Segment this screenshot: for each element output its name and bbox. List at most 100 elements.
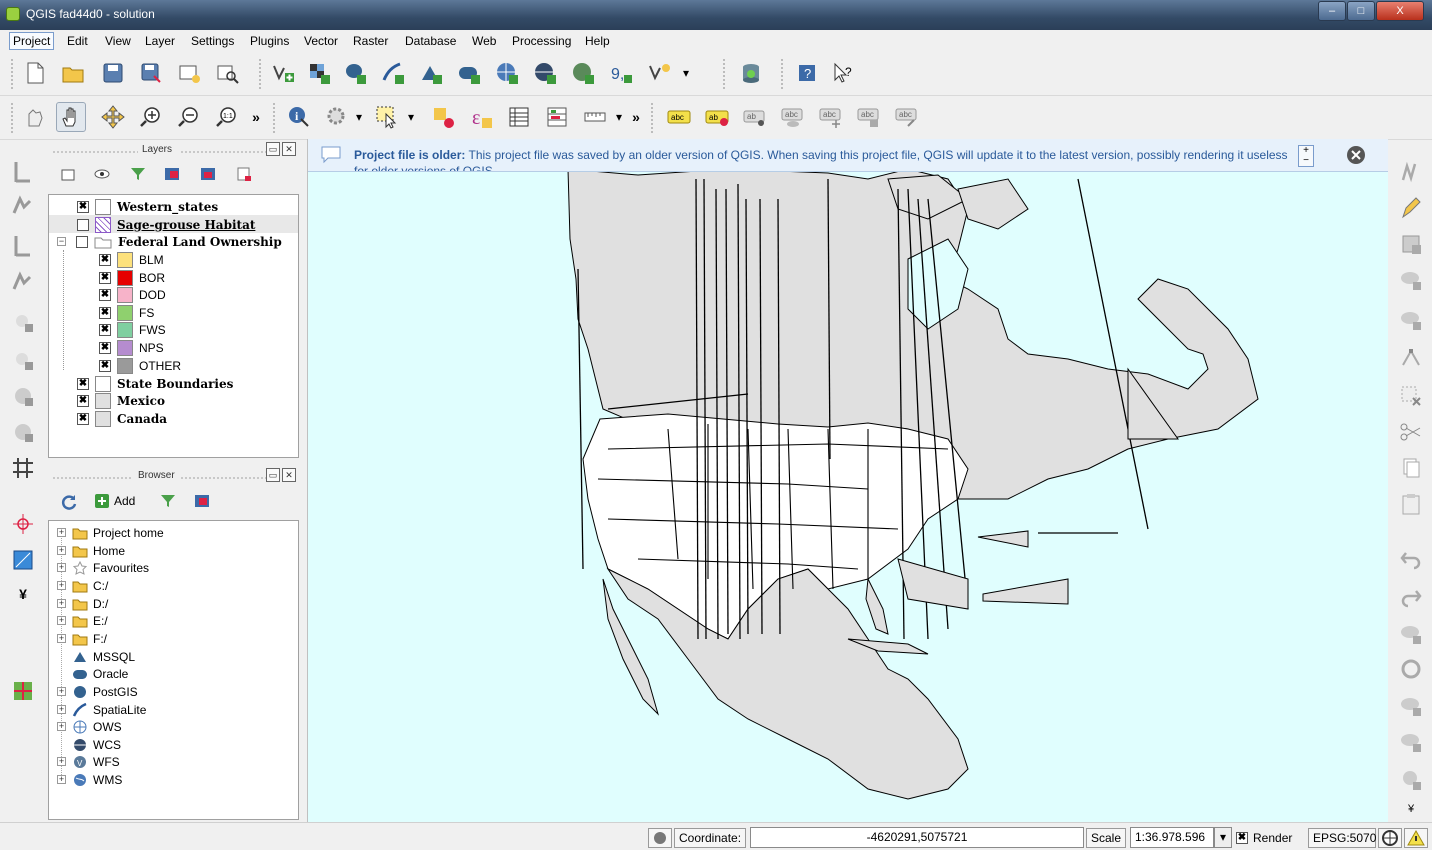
menu-web[interactable]: Web <box>469 33 499 49</box>
statistical-summary-icon[interactable] <box>542 102 572 132</box>
expand-icon[interactable]: + <box>57 705 66 714</box>
layer-group-federal-land-ownership[interactable]: − Federal Land Ownership <box>57 233 282 250</box>
help-contents-icon[interactable]: ? <box>792 58 822 88</box>
browser-item-e-drive[interactable]: + E:/ <box>57 612 108 629</box>
zoom-in-icon[interactable] <box>136 102 166 132</box>
add-group-icon[interactable] <box>60 166 76 182</box>
pin-unpin-labels-icon[interactable]: ab <box>740 102 770 132</box>
delete-ring-icon[interactable] <box>1396 727 1426 757</box>
expand-icon[interactable]: + <box>57 599 66 608</box>
class-bor[interactable]: ✖ BOR <box>99 269 165 286</box>
menu-raster[interactable]: Raster <box>350 33 391 49</box>
add-vector-layer-icon[interactable] <box>268 58 298 88</box>
add-feature-icon[interactable] <box>1396 265 1426 295</box>
scale-combobox[interactable]: 1:36.978.596 <box>1130 827 1214 848</box>
toggle-editing-icon[interactable] <box>1396 157 1426 187</box>
toolbar-overflow-icon[interactable]: » <box>246 102 266 132</box>
layer-state-boundaries[interactable]: ✖ State Boundaries <box>77 375 233 392</box>
toolbar-grip[interactable] <box>10 102 14 134</box>
toolbar-overflow-icon[interactable]: » <box>626 102 646 132</box>
touch-zoom-icon[interactable] <box>20 102 50 132</box>
rotate-point-symbols-icon[interactable] <box>8 381 38 411</box>
pan-map-hand-icon[interactable] <box>56 102 86 132</box>
expand-all-icon[interactable] <box>164 166 180 182</box>
browser-item-d-drive[interactable]: + D:/ <box>57 595 108 612</box>
add-wfs-layer-icon[interactable] <box>568 58 598 88</box>
browser-item-ows[interactable]: + OWS <box>57 718 122 735</box>
rotate-label-icon[interactable]: abc <box>854 102 884 132</box>
browser-item-oracle[interactable]: Oracle <box>57 665 128 682</box>
render-checkbox[interactable]: ✖ <box>1236 831 1248 844</box>
menu-vector[interactable]: Vector <box>301 33 341 49</box>
toolbar-grip[interactable] <box>258 58 262 90</box>
add-mssql-layer-icon[interactable] <box>416 58 446 88</box>
expand-icon[interactable]: + <box>57 528 66 537</box>
map-canvas[interactable]: Project file is older: This project file… <box>307 139 1388 822</box>
float-panel-icon[interactable]: ▭ <box>266 468 280 482</box>
heatmap-plugin-icon[interactable] <box>8 676 38 706</box>
expand-icon[interactable]: + <box>57 563 66 572</box>
collapse-all-icon[interactable] <box>200 166 216 182</box>
new-print-composer-icon[interactable] <box>174 58 204 88</box>
add-selected-layers-button[interactable]: Add <box>94 493 135 509</box>
browser-item-postgis[interactable]: + PostGIS <box>57 683 138 700</box>
layer-western-states[interactable]: ✖ Western_states <box>77 198 218 215</box>
class-visibility-checkbox[interactable]: ✖ <box>99 253 111 266</box>
browser-item-favourites[interactable]: + Favourites <box>57 559 149 576</box>
messages-icon[interactable] <box>648 828 672 848</box>
action-dropdown-arrow-icon[interactable]: ▾ <box>352 102 366 132</box>
change-label-icon[interactable]: abc <box>892 102 922 132</box>
collapse-group-icon[interactable]: − <box>57 237 66 246</box>
zoom-actual-size-icon[interactable]: 1:1 <box>212 102 242 132</box>
left-toolbar-more-icon[interactable]: ¥ <box>8 579 38 609</box>
browser-item-spatialite[interactable]: + SpatiaLite <box>57 701 146 718</box>
scale-dropdown-icon[interactable]: ▾ <box>1214 827 1232 848</box>
class-visibility-checkbox[interactable]: ✖ <box>99 341 111 354</box>
db-manager-icon[interactable] <box>736 58 766 88</box>
pan-to-selection-icon[interactable] <box>98 102 128 132</box>
menu-processing[interactable]: Processing <box>509 33 574 49</box>
expand-icon[interactable]: + <box>57 546 66 555</box>
float-panel-icon[interactable]: ▭ <box>266 142 280 156</box>
toolbar-grip[interactable] <box>780 58 784 90</box>
render-toggle[interactable]: ✖ Render <box>1236 827 1292 848</box>
add-oracle-layer-icon[interactable] <box>454 58 484 88</box>
crs-button[interactable]: EPSG:5070 <box>1308 828 1376 848</box>
toolbar-grip[interactable] <box>272 102 276 134</box>
class-blm[interactable]: ✖ BLM <box>99 251 164 268</box>
measure-line-icon[interactable] <box>580 102 610 132</box>
toolbar-grip[interactable] <box>650 102 654 134</box>
node-tool-icon[interactable] <box>1396 343 1426 373</box>
class-nps[interactable]: ✖ NPS <box>99 339 164 356</box>
add-raster-layer-icon[interactable] <box>304 58 334 88</box>
attribute-table-icon[interactable] <box>504 102 534 132</box>
class-visibility-checkbox[interactable]: ✖ <box>99 306 111 319</box>
browser-item-wcs[interactable]: WCS <box>57 736 121 753</box>
browser-item-home[interactable]: + Home <box>57 542 125 559</box>
whats-this-icon[interactable]: ? <box>828 58 858 88</box>
copy-features-icon[interactable] <box>1396 453 1426 483</box>
delete-selected-icon[interactable] <box>1396 381 1426 411</box>
close-panel-icon[interactable]: ✕ <box>282 142 296 156</box>
layer-visibility-checkbox[interactable] <box>77 218 89 231</box>
georeferencer-icon[interactable] <box>8 545 38 575</box>
layer-sage-grouse-habitat[interactable]: Sage-grouse Habitat <box>77 216 255 233</box>
show-hide-labels-icon[interactable]: abc <box>778 102 808 132</box>
delete-part-icon[interactable] <box>1396 765 1426 795</box>
expand-icon[interactable]: + <box>57 722 66 731</box>
class-visibility-checkbox[interactable]: ✖ <box>99 359 111 372</box>
capture-point-icon[interactable] <box>8 157 38 187</box>
add-part-icon[interactable] <box>8 267 38 297</box>
expand-icon[interactable]: + <box>57 687 66 696</box>
menu-layer[interactable]: Layer <box>142 33 178 49</box>
new-project-icon[interactable] <box>20 58 50 88</box>
cut-features-icon[interactable] <box>1396 417 1426 447</box>
browser-item-mssql[interactable]: MSSQL <box>57 648 135 665</box>
browser-item-project-home[interactable]: + Project home <box>57 524 164 541</box>
add-part-right-icon[interactable] <box>1396 691 1426 721</box>
layer-visibility-checkbox[interactable]: ✖ <box>77 394 89 407</box>
menu-edit[interactable]: Edit <box>64 33 91 49</box>
class-visibility-checkbox[interactable]: ✖ <box>99 323 111 336</box>
paste-features-icon[interactable] <box>1396 489 1426 519</box>
right-toolbar-more-icon[interactable]: ¥ <box>1396 799 1426 819</box>
